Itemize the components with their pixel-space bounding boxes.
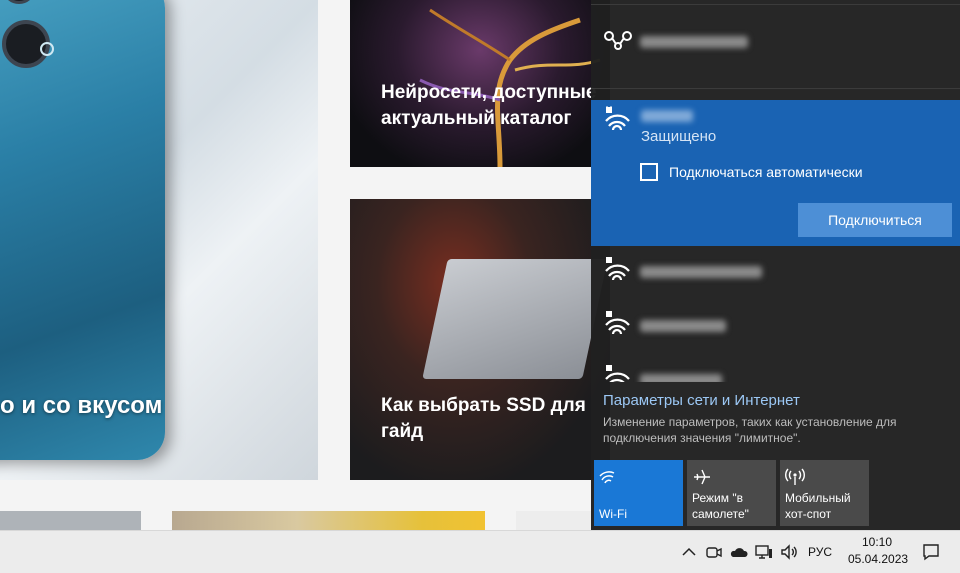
phone-image bbox=[0, 0, 165, 460]
auto-connect-checkbox[interactable] bbox=[640, 163, 658, 181]
clock-date: 05.04.2023 bbox=[848, 552, 909, 566]
airplane-mode-tile[interactable]: Режим "в самолете" bbox=[687, 460, 776, 526]
airplane-tile-label: Режим "в самолете" bbox=[692, 491, 749, 521]
chevron-up-icon[interactable] bbox=[679, 542, 699, 562]
wifi-secured-icon bbox=[605, 257, 630, 281]
network-settings-link[interactable]: Параметры сети и Интернет bbox=[603, 392, 800, 409]
article-thumb-2[interactable] bbox=[172, 511, 485, 530]
article-thumb-3[interactable] bbox=[516, 511, 596, 530]
network-name-hidden bbox=[640, 320, 726, 332]
notification-icon[interactable] bbox=[921, 542, 941, 562]
wifi-toggle-tile[interactable]: Wi-Fi bbox=[594, 460, 683, 526]
network-item-selected[interactable]: Защищено Подключаться автоматически Подк… bbox=[591, 100, 960, 246]
network-icon[interactable] bbox=[754, 542, 774, 562]
article-phone-caption: о и со вкусом bbox=[0, 392, 163, 419]
separator bbox=[591, 88, 960, 89]
vpn-link-icon bbox=[604, 31, 632, 50]
article-thumb-1[interactable] bbox=[0, 511, 141, 530]
taskbar: РУС 10:10 05.04.2023 bbox=[0, 530, 960, 573]
clock-time: 10:10 bbox=[861, 535, 893, 549]
separator bbox=[591, 4, 960, 5]
article-card-ssd[interactable]: Как выбрать SSD для гайд bbox=[350, 199, 610, 480]
article-card-ai[interactable]: Нейросети, доступные актуальный каталог bbox=[350, 0, 610, 167]
network-item-vpn[interactable] bbox=[591, 22, 960, 58]
article-ssd-caption: Как выбрать SSD для гайд bbox=[381, 395, 586, 442]
onedrive-cloud-icon[interactable] bbox=[729, 542, 749, 562]
auto-connect-label[interactable]: Подключаться автоматически bbox=[669, 164, 863, 180]
volume-icon[interactable] bbox=[779, 542, 799, 562]
airplane-icon bbox=[694, 469, 710, 485]
wifi-secured-icon bbox=[605, 365, 630, 382]
network-item[interactable] bbox=[591, 252, 960, 292]
wifi-secured-icon bbox=[605, 311, 630, 335]
meet-now-icon[interactable] bbox=[704, 542, 724, 562]
network-name-hidden bbox=[641, 110, 693, 122]
hotspot-icon bbox=[785, 468, 805, 485]
article-card-phone[interactable]: о и со вкусом bbox=[0, 0, 318, 480]
wifi-tile-label: Wi-Fi bbox=[599, 507, 627, 521]
network-name-hidden bbox=[640, 266, 762, 278]
network-settings-description: Изменение параметров, таких как установл… bbox=[603, 415, 897, 445]
mobile-hotspot-tile[interactable]: Мобильный хот-спот bbox=[780, 460, 869, 526]
hotspot-tile-label: Мобильный хот-спот bbox=[785, 491, 851, 521]
network-name-hidden bbox=[640, 36, 748, 48]
network-item[interactable] bbox=[591, 360, 960, 382]
network-flyout: Защищено Подключаться автоматически Подк… bbox=[591, 0, 960, 530]
article-ai-caption: Нейросети, доступные актуальный каталог bbox=[381, 82, 597, 129]
network-name-hidden bbox=[640, 374, 722, 382]
connect-button[interactable]: Подключиться bbox=[798, 203, 952, 237]
wifi-icon bbox=[599, 471, 615, 484]
network-status: Защищено bbox=[641, 128, 717, 145]
taskbar-clock[interactable]: 10:10 05.04.2023 bbox=[848, 534, 909, 568]
laptop-image bbox=[422, 259, 608, 379]
wifi-secured-icon bbox=[605, 106, 630, 131]
input-language-indicator[interactable]: РУС bbox=[808, 545, 832, 559]
network-item[interactable] bbox=[591, 306, 960, 346]
